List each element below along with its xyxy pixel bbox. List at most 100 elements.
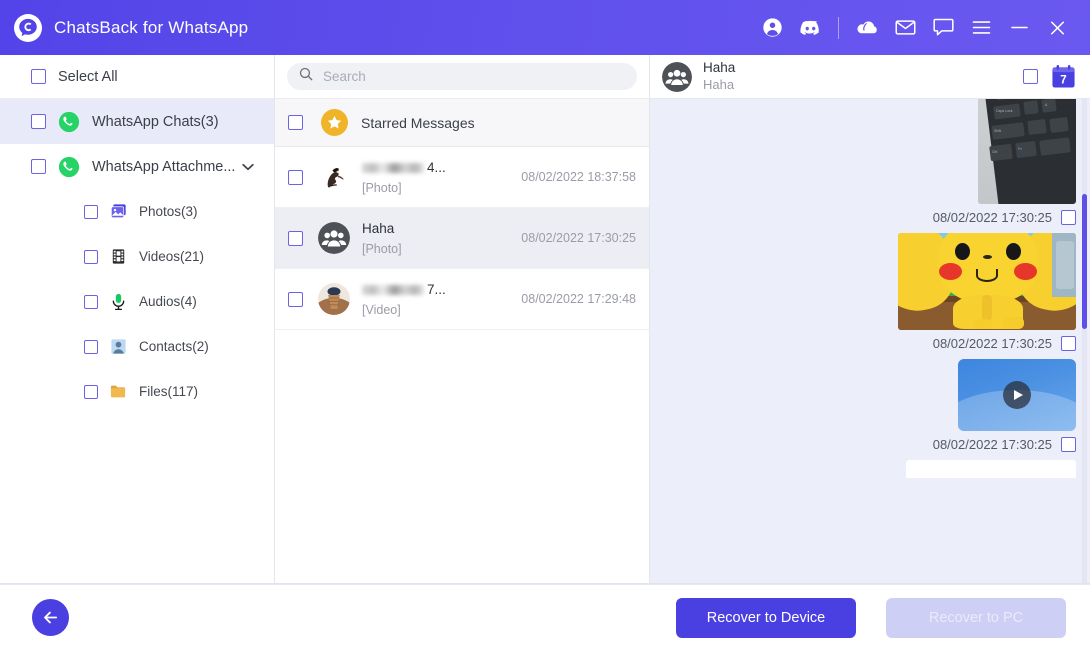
sidebar-item-audios[interactable]: Audios(4): [0, 279, 274, 324]
account-icon[interactable]: [753, 8, 791, 48]
whatsapp-chats-checkbox[interactable]: [31, 114, 46, 129]
photos-checkbox[interactable]: [84, 204, 98, 219]
chat-item-name-suffix: 7...: [427, 281, 446, 297]
play-icon[interactable]: [1003, 381, 1031, 409]
message-checkbox[interactable]: [1061, 210, 1076, 225]
whatsapp-icon: [58, 111, 80, 133]
sidebar-item-label: WhatsApp Chats(3): [92, 113, 219, 130]
message-area: Esc F1 F3 1 2 Tab Q Caps Lock A Shift Ct…: [650, 99, 1090, 583]
chat-item-name-suffix: 4...: [427, 159, 446, 175]
menu-icon[interactable]: [962, 8, 1000, 48]
recover-to-pc-button: Recover to PC: [886, 597, 1066, 638]
conversation-title-block: Haha Haha: [703, 60, 735, 93]
files-icon: [109, 382, 128, 401]
chat-list-item[interactable]: 4... [Photo] 08/02/2022 18:37:58: [275, 147, 649, 208]
conversation-select-all-checkbox[interactable]: [1023, 69, 1038, 84]
scrollbar-thumb[interactable]: [1082, 194, 1087, 329]
chat-item-checkbox[interactable]: [288, 230, 303, 246]
group-avatar: [662, 61, 692, 92]
message-checkbox[interactable]: [1061, 336, 1076, 351]
videos-icon: [109, 247, 128, 266]
chat-item-preview: [Photo]: [362, 180, 402, 195]
contacts-icon: [109, 337, 128, 356]
message-checkbox[interactable]: [1061, 437, 1076, 452]
starred-messages-label: Starred Messages: [361, 114, 475, 131]
discord-icon[interactable]: [791, 8, 829, 48]
search-box[interactable]: [287, 63, 637, 90]
message-item: 08/02/2022 17:30:25: [664, 233, 1076, 359]
sidebar-item-files[interactable]: Files(117): [0, 369, 274, 414]
chatsback-logo-icon: [14, 13, 42, 42]
feedback-icon[interactable]: [924, 8, 962, 48]
mail-icon[interactable]: [886, 8, 924, 48]
audios-checkbox[interactable]: [84, 294, 98, 309]
pikachu-photo[interactable]: [898, 233, 1076, 330]
video-thumbnail[interactable]: [958, 359, 1076, 431]
chat-item-preview: [Video]: [362, 302, 401, 317]
sidebar-item-label: Files(117): [139, 384, 199, 399]
sidebar-item-label: WhatsApp Attachme...: [92, 158, 236, 175]
chat-list: 4... [Photo] 08/02/2022 18:37:58 Haha [P…: [275, 147, 649, 583]
message-timestamp-row: 08/02/2022 17:30:25: [933, 336, 1076, 351]
chat-item-time: 08/02/2022 18:37:58: [521, 170, 636, 184]
keyboard-photo[interactable]: Esc F1 F3 1 2 Tab Q Caps Lock A Shift Ct…: [978, 99, 1076, 204]
select-all-row[interactable]: Select All: [0, 55, 274, 99]
chat-item-name: Haha: [362, 220, 395, 236]
search-icon: [299, 67, 313, 86]
sidebar-item-label: Photos(3): [139, 204, 198, 219]
calendar-icon[interactable]: 7: [1050, 64, 1076, 90]
chat-list-panel: Starred Messages: [275, 55, 650, 583]
chat-item-name: 7...: [362, 282, 521, 298]
group-avatar: [318, 222, 350, 254]
conversation-scrollbar[interactable]: [1082, 99, 1087, 583]
chat-item-checkbox[interactable]: [288, 169, 303, 185]
title-bar: ChatsBack for WhatsApp: [0, 0, 1090, 55]
whatsapp-icon: [58, 156, 80, 178]
message-item: 08/02/2022 17:30:25: [664, 359, 1076, 460]
app-title: ChatsBack for WhatsApp: [54, 17, 249, 37]
star-icon: [321, 109, 348, 136]
recover-to-device-button[interactable]: Recover to Device: [676, 597, 856, 638]
photos-icon: [109, 202, 128, 221]
search-input[interactable]: [323, 69, 625, 84]
sidebar-item-photos[interactable]: Photos(3): [0, 189, 274, 234]
sidebar-item-contacts[interactable]: Contacts(2): [0, 324, 274, 369]
message-timestamp: 08/02/2022 17:30:25: [932, 437, 1052, 452]
sidebar-item-label: Audios(4): [139, 294, 197, 309]
chat-item-text: Haha [Photo]: [362, 221, 521, 256]
anime-character-avatar: [318, 161, 350, 193]
chat-item-time: 08/02/2022 17:29:48: [521, 292, 636, 306]
select-all-checkbox[interactable]: [31, 69, 46, 84]
cloud-icon[interactable]: [848, 8, 886, 48]
sidebar-item-whatsapp-chats[interactable]: WhatsApp Chats(3): [0, 99, 274, 144]
footer-bar: Recover to Device Recover to PC: [0, 584, 1090, 650]
conversation-header-actions: 7: [1023, 64, 1076, 90]
audios-icon: [109, 292, 128, 311]
chat-item-checkbox[interactable]: [288, 291, 303, 307]
chevron-down-icon[interactable]: [242, 158, 255, 176]
videos-checkbox[interactable]: [84, 249, 98, 264]
chat-item-name: 4...: [362, 160, 521, 176]
application-window: ChatsBack for WhatsApp Select All WhatsA…: [0, 0, 1090, 650]
brown-photo-avatar: [318, 283, 350, 315]
sidebar-list: WhatsApp Chats(3) WhatsApp Attachme... P…: [0, 99, 274, 583]
files-checkbox[interactable]: [84, 384, 98, 399]
chat-list-item[interactable]: Haha [Photo] 08/02/2022 17:30:25: [275, 208, 649, 269]
whatsapp-attachments-checkbox[interactable]: [31, 159, 46, 174]
close-icon[interactable]: [1038, 8, 1076, 48]
starred-messages-row[interactable]: Starred Messages: [275, 99, 649, 147]
minimize-icon[interactable]: [1000, 8, 1038, 48]
redacted-name: [362, 284, 424, 295]
starred-messages-checkbox[interactable]: [288, 115, 303, 130]
conversation-title: Haha: [703, 60, 736, 75]
contacts-checkbox[interactable]: [84, 339, 98, 354]
back-arrow-icon[interactable]: [32, 599, 69, 636]
sidebar-item-whatsapp-attachments[interactable]: WhatsApp Attachme...: [0, 144, 274, 189]
sidebar: Select All WhatsApp Chats(3) WhatsApp At…: [0, 55, 275, 583]
sidebar-item-videos[interactable]: Videos(21): [0, 234, 274, 279]
toolbar-divider: [838, 16, 839, 39]
select-all-label: Select All: [58, 68, 118, 85]
footer-actions: Recover to Device Recover to PC: [676, 597, 1066, 638]
chat-item-preview: [Photo]: [362, 241, 402, 256]
chat-list-item[interactable]: 7... [Video] 08/02/2022 17:29:48: [275, 269, 649, 330]
